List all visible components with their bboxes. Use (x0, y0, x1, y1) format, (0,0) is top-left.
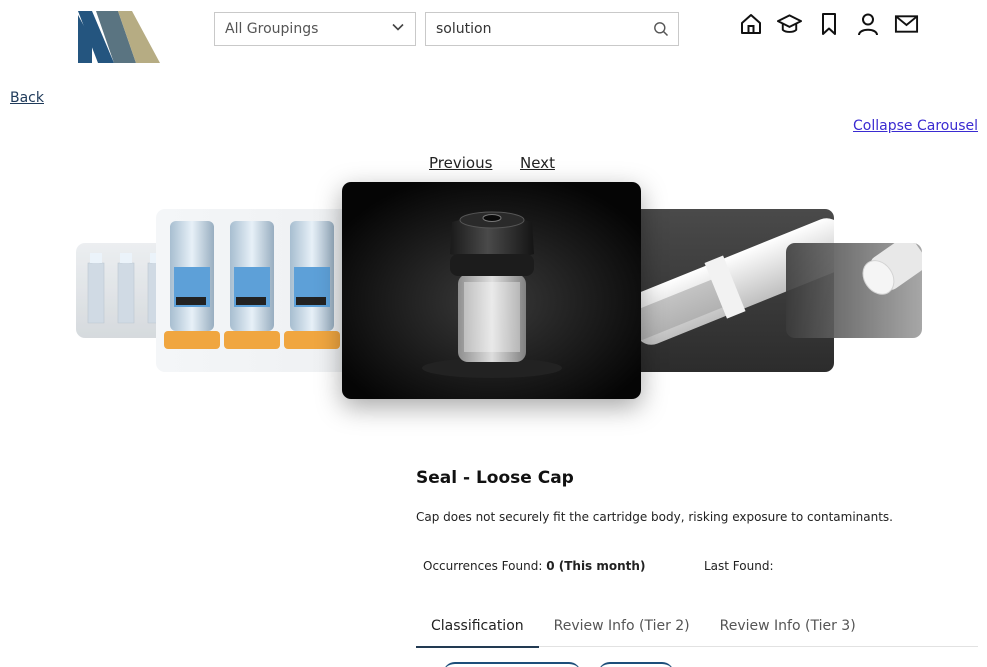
search-input[interactable] (426, 13, 644, 45)
chevron-down-icon (391, 20, 405, 38)
tab-classification[interactable]: Classification (416, 608, 539, 648)
user-icon[interactable] (855, 12, 880, 37)
carousel-slide-active[interactable] (342, 182, 641, 399)
action-button-partial[interactable] (443, 662, 581, 667)
brand-logo[interactable] (78, 11, 160, 63)
action-button-partial[interactable] (598, 662, 674, 667)
occurrences-found: Occurrences Found: 0 (This month) (423, 559, 645, 573)
grouping-select[interactable]: All Groupings (214, 12, 416, 46)
carousel-slide-5[interactable] (786, 243, 922, 338)
grouping-select-value: All Groupings (225, 21, 319, 37)
header-icon-bar (738, 10, 919, 38)
detail-tabs: Classification Review Info (Tier 2) Revi… (416, 608, 978, 648)
graduation-cap-icon[interactable] (777, 12, 802, 37)
search-icon[interactable] (644, 13, 678, 45)
home-icon[interactable] (738, 12, 763, 37)
last-found: Last Found: (704, 559, 774, 573)
defect-title: Seal - Loose Cap (416, 468, 574, 488)
last-found-label: Last Found: (704, 559, 774, 573)
search-box (425, 12, 679, 46)
mail-icon[interactable] (894, 12, 919, 37)
occurrences-value: 0 (This month) (546, 559, 646, 573)
tab-review-info-tier-3[interactable]: Review Info (Tier 3) (705, 608, 871, 646)
carousel-previous-link[interactable]: Previous (429, 154, 492, 172)
tab-review-info-tier-2[interactable]: Review Info (Tier 2) (539, 608, 705, 646)
back-link[interactable]: Back (10, 90, 44, 106)
carousel-next-link[interactable]: Next (520, 154, 555, 172)
page: All Groupings solution Back Collapse Car… (0, 0, 987, 667)
defect-description: Cap does not securely fit the cartridge … (416, 510, 893, 524)
occurrences-label: Occurrences Found: (423, 559, 543, 573)
collapse-carousel-link[interactable]: Collapse Carousel (853, 118, 978, 134)
bookmark-icon[interactable] (816, 12, 841, 37)
